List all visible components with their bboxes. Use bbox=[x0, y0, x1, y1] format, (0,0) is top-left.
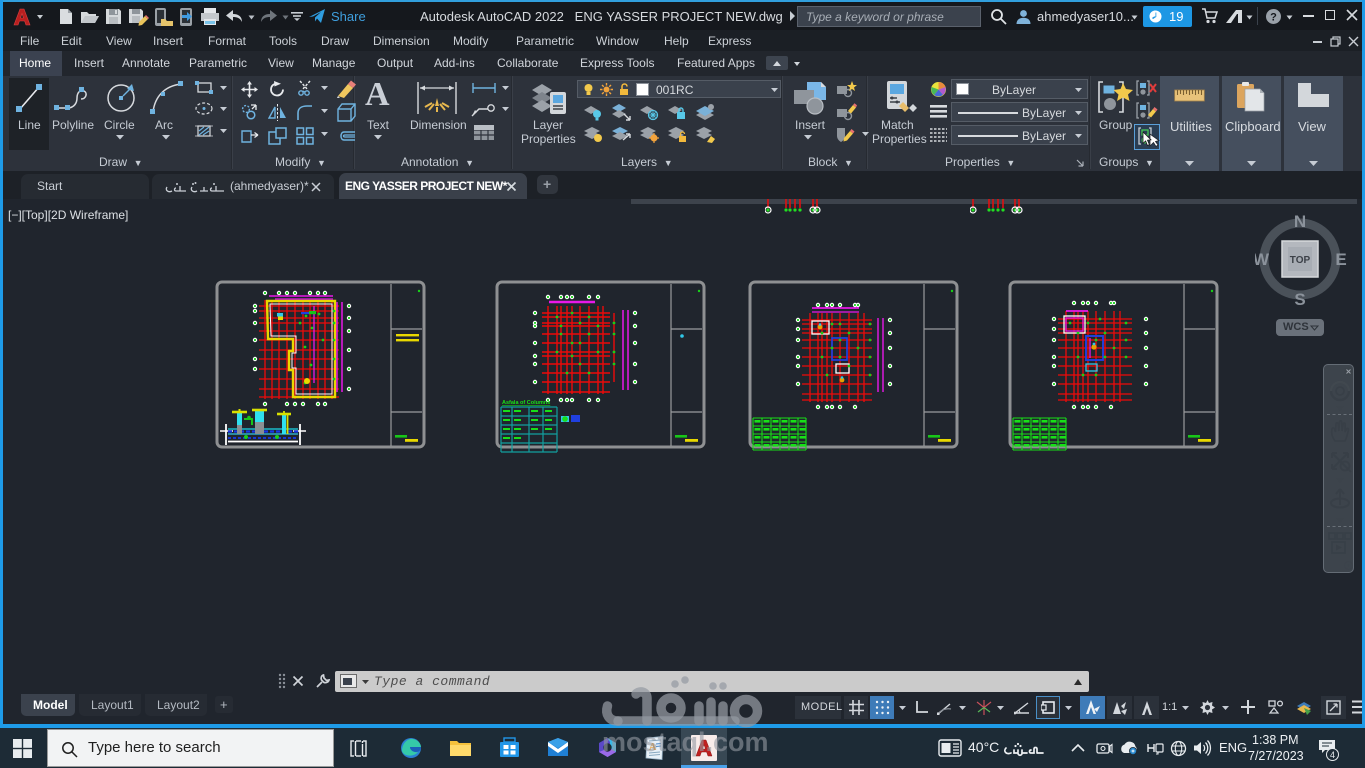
svg-text:S: S bbox=[1294, 290, 1305, 307]
svg-text:E: E bbox=[1335, 250, 1346, 269]
svg-text:TOP: TOP bbox=[1290, 255, 1311, 266]
svg-text:W: W bbox=[1255, 250, 1270, 269]
svg-text:?: ? bbox=[1270, 12, 1277, 24]
svg-text:Asfala of Columns: Asfala of Columns bbox=[502, 400, 550, 406]
svg-text:N: N bbox=[1294, 212, 1306, 231]
